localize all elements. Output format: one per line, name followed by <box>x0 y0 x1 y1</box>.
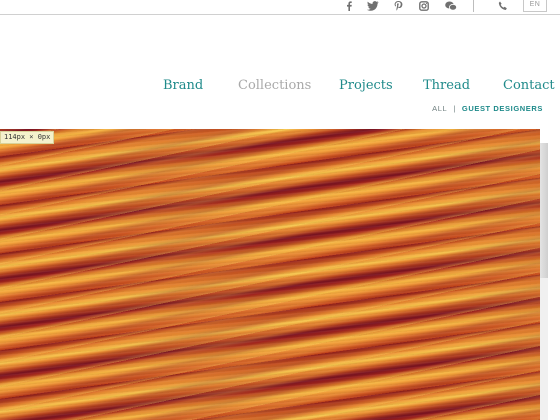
hero-rug-image <box>0 129 540 420</box>
nav-item-brand[interactable]: Brand <box>163 78 203 93</box>
language-selector[interactable]: EN <box>523 0 547 12</box>
wechat-icon[interactable] <box>444 0 458 12</box>
subnav-guest-designers-link[interactable]: GUEST DESIGNERS <box>462 104 543 113</box>
top-bar: EN <box>0 0 560 15</box>
dimension-tooltip: 114px × 0px <box>0 131 55 144</box>
side-thumbnail-strip[interactable] <box>540 143 548 278</box>
pinterest-icon[interactable] <box>391 0 405 12</box>
main-nav: Brand Collections Projects Thread Contac… <box>0 78 560 98</box>
facebook-icon[interactable] <box>342 0 356 12</box>
sub-nav: ALL | GUEST DESIGNERS <box>432 103 543 113</box>
top-bar-divider <box>473 0 474 12</box>
phone-icon[interactable] <box>496 0 510 12</box>
nav-item-collections[interactable]: Collections <box>238 78 311 93</box>
twitter-icon[interactable] <box>366 0 380 12</box>
subnav-all-link[interactable]: ALL <box>432 104 447 113</box>
subnav-separator: | <box>453 103 456 113</box>
instagram-icon[interactable] <box>417 0 431 12</box>
nav-item-contact[interactable]: Contact <box>503 78 555 93</box>
nav-item-projects[interactable]: Projects <box>339 78 393 93</box>
side-panel-edge <box>540 278 548 420</box>
nav-item-thread[interactable]: Thread <box>423 78 470 93</box>
